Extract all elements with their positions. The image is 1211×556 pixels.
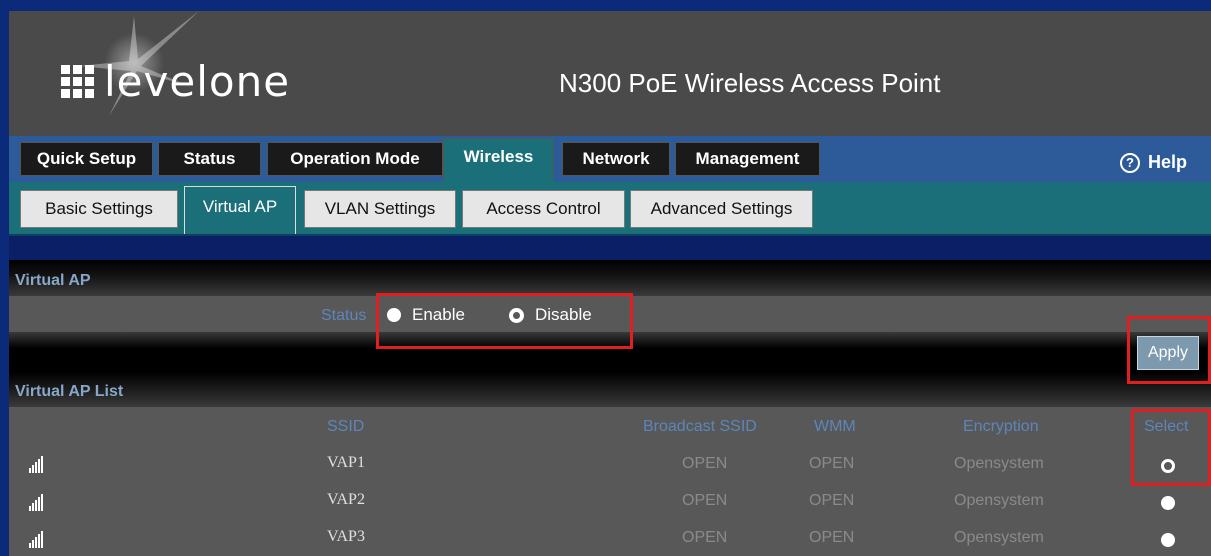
main-nav: Quick Setup Status Operation Mode Wirele… <box>9 136 1211 182</box>
vap-broadcast: OPEN <box>682 529 728 546</box>
divider-band <box>9 236 1211 260</box>
signal-icon <box>29 530 44 548</box>
help-label: Help <box>1147 152 1187 172</box>
subtab-access-control[interactable]: Access Control <box>462 190 625 228</box>
tab-operation-mode[interactable]: Operation Mode <box>267 142 443 176</box>
vap-wmm: OPEN <box>809 455 855 472</box>
vap-encryption: Opensystem <box>954 529 1044 546</box>
signal-icon <box>29 455 44 473</box>
vap-ssid: VAP1 <box>327 454 365 471</box>
vap-ssid: VAP3 <box>327 528 365 545</box>
levelone-logo-icon <box>61 64 94 98</box>
vap-wmm: OPEN <box>809 529 855 546</box>
virtual-ap-section-title: Virtual AP <box>15 272 91 289</box>
enable-radio[interactable]: Enable <box>387 305 465 325</box>
help-button[interactable]: ? Help <box>1119 152 1187 173</box>
col-wmm: WMM <box>814 418 856 435</box>
vap-list-section-title: Virtual AP List <box>15 383 124 400</box>
disable-label: Disable <box>535 305 592 324</box>
tab-wireless[interactable]: Wireless <box>443 138 554 182</box>
vap-encryption: Opensystem <box>954 492 1044 509</box>
col-select: Select <box>1144 418 1189 435</box>
levelone-logo: levelone <box>61 51 290 111</box>
select-radio-vap2[interactable] <box>1161 496 1175 510</box>
help-icon: ? <box>1119 152 1140 173</box>
router-admin-page: levelone N300 PoE Wireless Access Point … <box>9 11 1211 556</box>
subtab-basic-settings[interactable]: Basic Settings <box>20 190 178 228</box>
col-ssid: SSID <box>327 418 365 435</box>
signal-icon <box>29 493 44 511</box>
subtab-advanced-settings[interactable]: Advanced Settings <box>630 190 813 228</box>
tab-quick-setup[interactable]: Quick Setup <box>20 142 153 176</box>
col-encryption: Encryption <box>963 418 1039 435</box>
virtual-ap-section-header: Virtual AP <box>9 260 1211 296</box>
tab-management[interactable]: Management <box>675 142 820 176</box>
radio-selected-icon <box>509 307 524 323</box>
select-radio-vap1[interactable] <box>1161 459 1175 473</box>
col-broadcast-ssid: Broadcast SSID <box>643 418 757 435</box>
vap-encryption: Opensystem <box>954 455 1044 472</box>
subtab-virtual-ap[interactable]: Virtual AP <box>184 186 296 234</box>
enable-label: Enable <box>412 305 465 324</box>
sub-nav: Basic Settings Virtual AP VLAN Settings … <box>9 182 1211 236</box>
apply-button[interactable]: Apply <box>1137 336 1199 370</box>
vap-broadcast: OPEN <box>682 492 728 509</box>
vap-ssid: VAP2 <box>327 491 365 508</box>
logo-text: levelone <box>104 56 291 106</box>
header: levelone N300 PoE Wireless Access Point <box>9 11 1211 136</box>
tab-status[interactable]: Status <box>158 142 261 176</box>
radio-unselected-icon <box>387 308 401 322</box>
vap-list-table: SSID Broadcast SSID WMM Encryption Selec… <box>9 407 1211 556</box>
tab-network[interactable]: Network <box>562 142 670 176</box>
select-radio-vap3[interactable] <box>1161 533 1175 547</box>
device-title: N300 PoE Wireless Access Point <box>559 68 941 98</box>
subtab-vlan-settings[interactable]: VLAN Settings <box>304 190 456 228</box>
vap-broadcast: OPEN <box>682 455 728 472</box>
disable-radio[interactable]: Disable <box>509 305 592 325</box>
vap-wmm: OPEN <box>809 492 855 509</box>
status-label: Status <box>321 307 367 324</box>
vap-list-section-header: Virtual AP List <box>9 372 1211 407</box>
section-separator <box>9 332 1211 372</box>
status-row: Status Enable Disable <box>9 296 1211 332</box>
